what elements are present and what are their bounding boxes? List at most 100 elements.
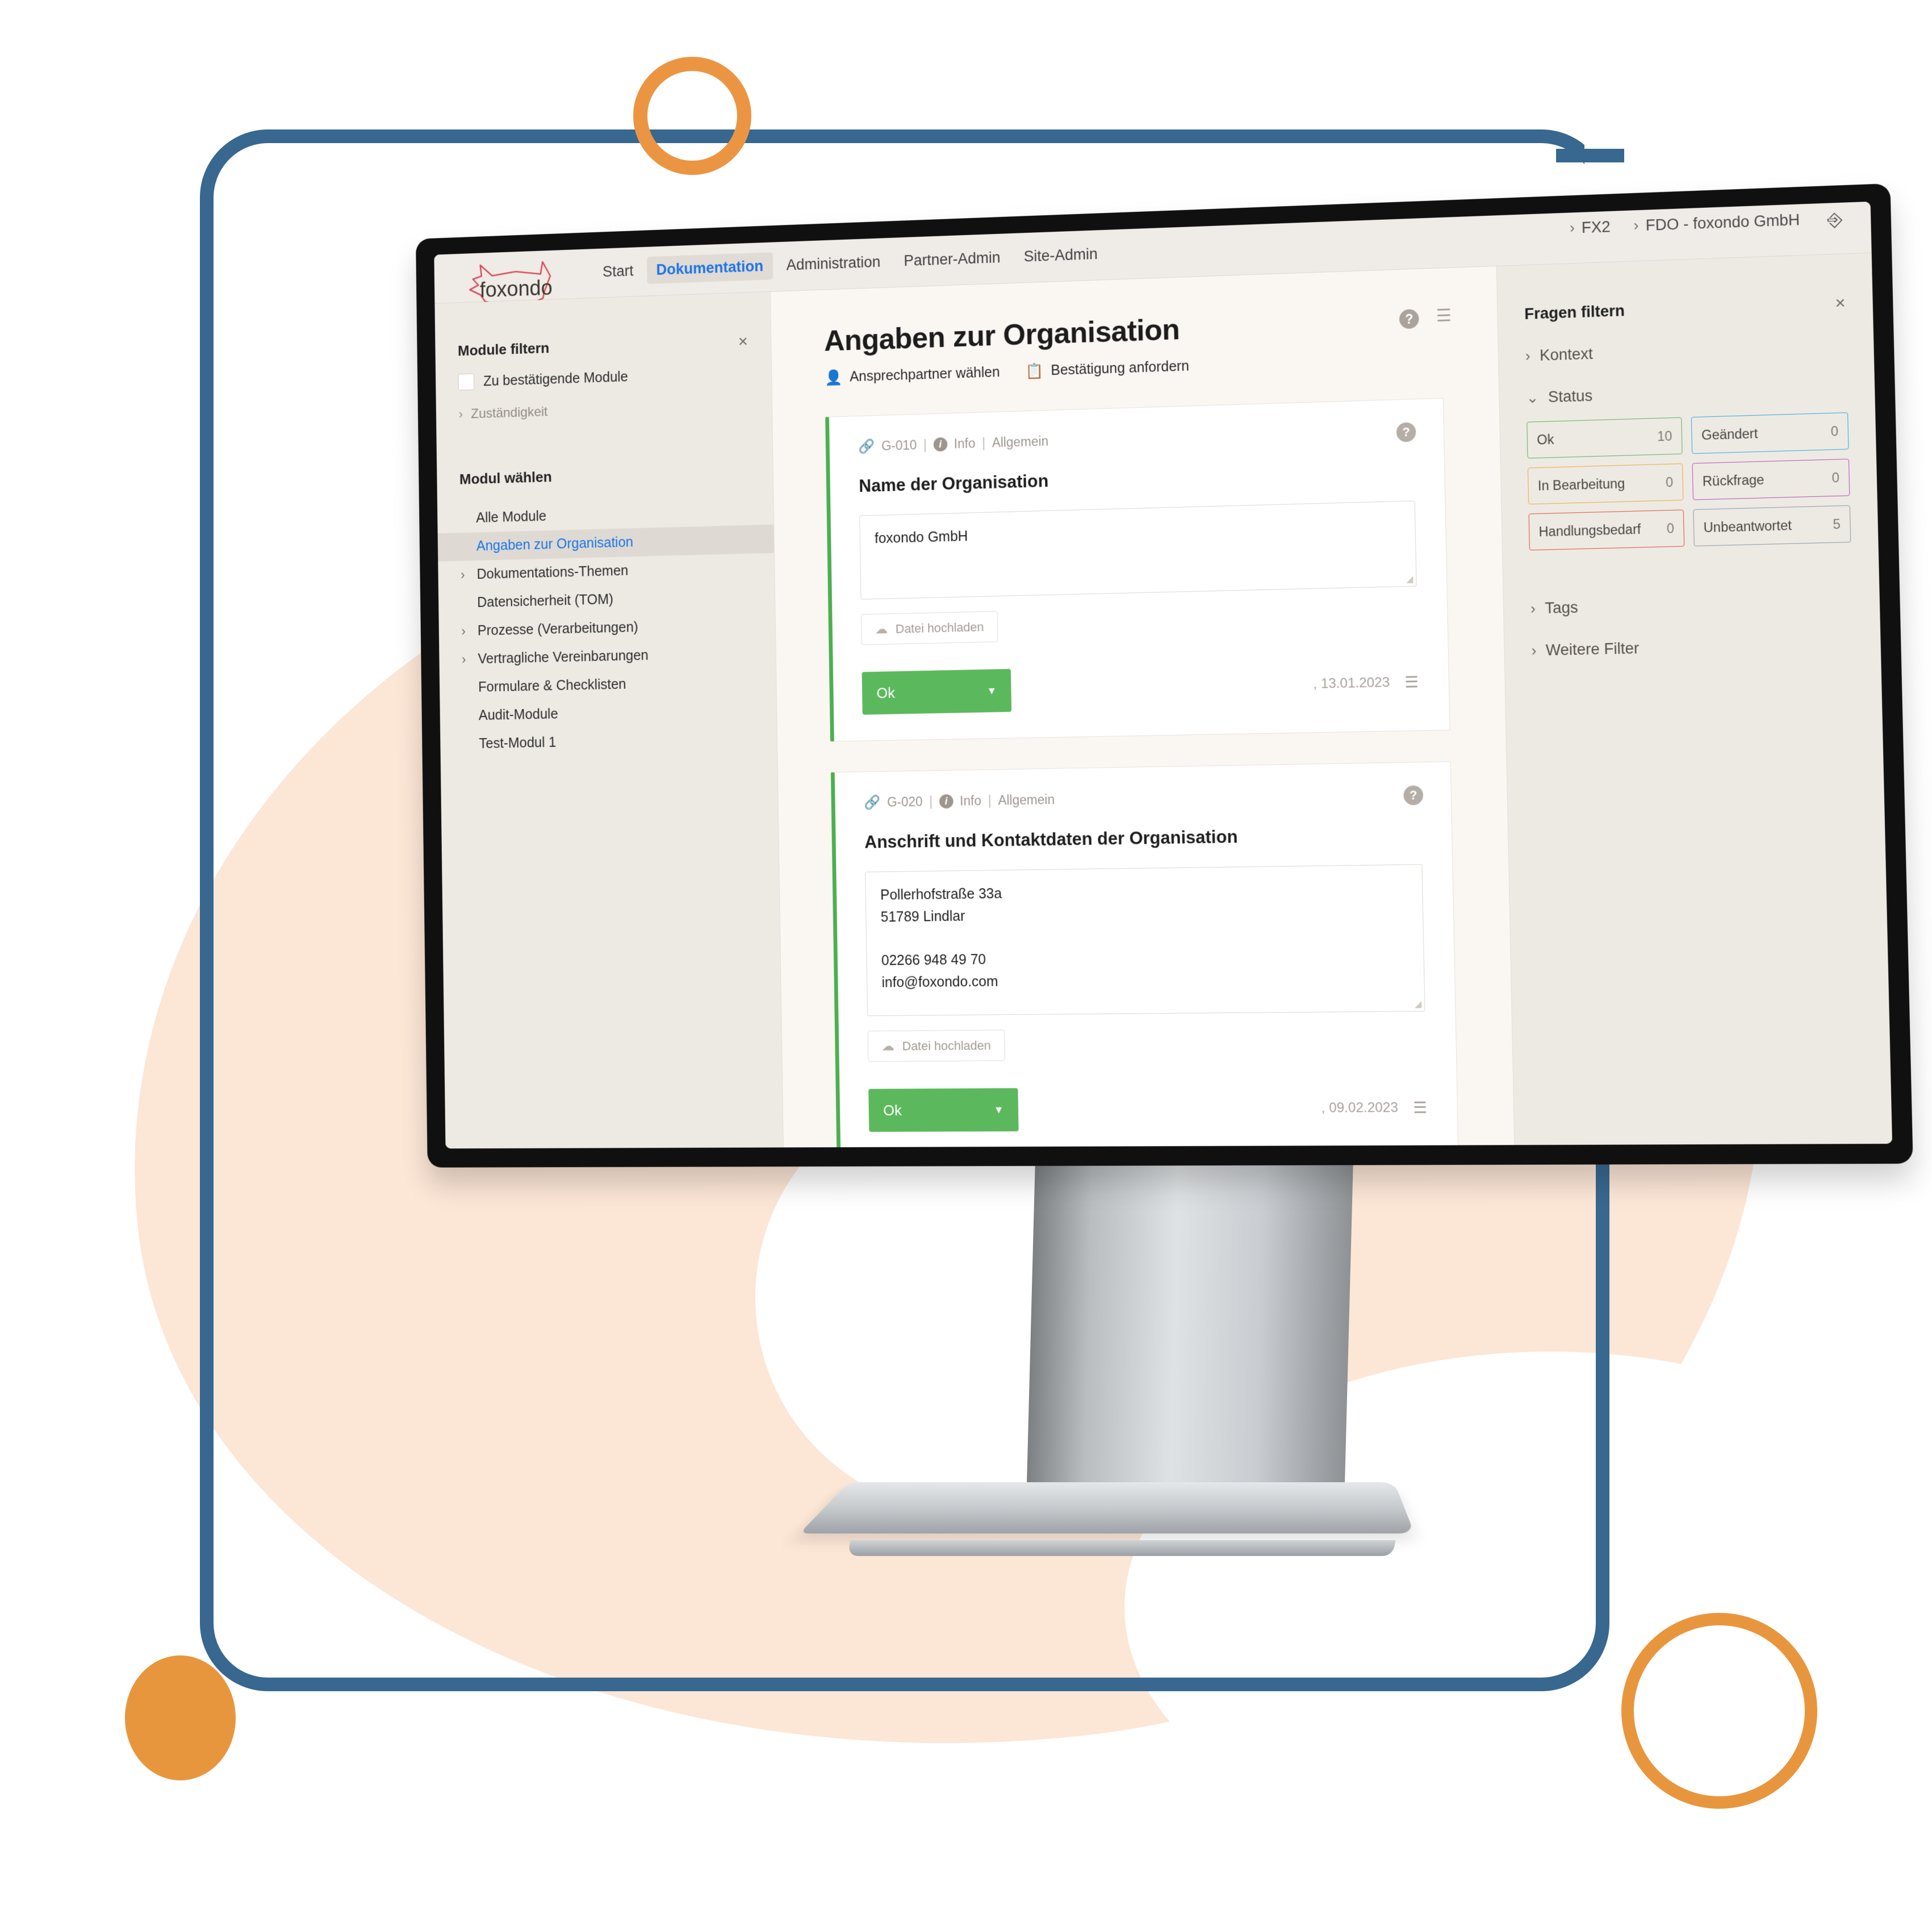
card-question: Name der Organisation [859, 471, 1049, 496]
help-icon[interactable]: ? [1396, 422, 1416, 442]
answer-textarea[interactable]: foxondo GmbH [859, 500, 1417, 600]
card-date: , 09.02.2023 [1321, 1099, 1399, 1116]
nav-item-site-admin[interactable]: Site-Admin [1014, 240, 1107, 271]
app-body: Module filtern × Zu bestätigende Module … [434, 253, 1893, 1149]
module-label: Dokumentations-Themen [476, 563, 629, 583]
svg-text:foxondo: foxondo [479, 275, 552, 302]
left-sidebar: Module filtern × Zu bestätigende Module … [434, 291, 784, 1149]
breadcrumb-item-organisation[interactable]: › FDO - foxondo GmbH [1633, 211, 1800, 235]
monitor-screen: foxondo Start Dokumentation Administrati… [434, 201, 1893, 1149]
link-icon[interactable]: 🔗 [858, 438, 875, 455]
status-chip-label: In Bearbeitung [1537, 475, 1625, 494]
status-chip-handlungsbedarf[interactable]: Handlungsbedarf 0 [1528, 509, 1685, 551]
card-meta: 🔗 G-020 | i Info | Allgemein [864, 785, 1421, 811]
answer-textarea[interactable]: Pollerhofstraße 33a 51789 Lindlar 02266 … [865, 864, 1425, 1017]
card-date: , 13.01.2023 [1313, 675, 1390, 692]
module-label: Datensicherheit (TOM) [477, 591, 614, 610]
request-confirmation-action[interactable]: 📋 Bestätigung anfordern [1026, 358, 1190, 380]
status-chip-ok[interactable]: Ok 10 [1527, 417, 1683, 459]
nav-item-dokumentation[interactable]: Dokumentation [646, 252, 773, 285]
status-chip-count: 0 [1830, 423, 1839, 439]
module-label: Formulare & Checklisten [478, 676, 626, 695]
filter-group-label: Tags [1544, 599, 1579, 617]
module-list: Alle Module Angaben zur Organisation › D… [437, 496, 777, 759]
chevron-down-icon: ⌄ [1526, 388, 1539, 407]
upload-label: Datei hochladen [902, 1038, 991, 1053]
filter-tail-groups: › Tags › Weitere Filter [1503, 542, 1881, 660]
chevron-down-icon: ▼ [993, 1103, 1004, 1115]
sidebar-item-test-modul-1[interactable]: Test-Modul 1 [440, 724, 777, 759]
notes-icon[interactable]: ☰ [1413, 1099, 1427, 1117]
select-contact-person-action[interactable]: 👤 Ansprechpartner wählen [825, 363, 1000, 386]
filter-group-weitere-filter[interactable]: › Weitere Filter [1504, 610, 1881, 660]
nav-item-administration[interactable]: Administration [777, 248, 890, 279]
separator: | [923, 437, 927, 452]
main-content: Angaben zur Organisation ? ☰ 👤 Ansprechp… [770, 266, 1515, 1149]
logout-icon[interactable]: ⎆ [1827, 208, 1843, 231]
notes-icon[interactable]: ☰ [1404, 674, 1419, 692]
chevron-right-icon: › [1530, 600, 1536, 617]
monitor-stand-neck [1026, 1139, 1354, 1525]
checkbox-icon[interactable] [458, 373, 475, 391]
card-code: G-020 [886, 794, 923, 810]
filter-group-label: Kontext [1539, 345, 1594, 364]
status-chip-label: Unbeantwortet [1703, 517, 1792, 535]
card-question: Anschrift und Kontaktdaten der Organisat… [864, 826, 1238, 852]
nav-item-start[interactable]: Start [593, 257, 643, 286]
monitor-stand-foot [799, 1482, 1415, 1534]
info-icon[interactable]: i [933, 437, 948, 452]
page-header-icons: ? ☰ [1399, 306, 1453, 329]
status-dropdown-button[interactable]: Ok ▼ [862, 668, 1012, 715]
card-category: Allgemein [992, 433, 1049, 450]
orange-ring-top-icon [633, 57, 751, 175]
chevron-right-icon[interactable]: › [462, 652, 470, 667]
page-title: Angaben zur Organisation [823, 313, 1180, 358]
card-footer: Ok ▼ , 09.02.2023 ☰ [868, 1086, 1427, 1132]
upload-file-button[interactable]: ☁ Datei hochladen [860, 610, 998, 645]
upload-file-button[interactable]: ☁ Datei hochladen [867, 1030, 1005, 1062]
help-icon[interactable]: ? [1403, 785, 1424, 805]
status-chip-in-bearbeitung[interactable]: In Bearbeitung 0 [1527, 463, 1684, 505]
close-icon[interactable]: × [738, 332, 748, 350]
status-chip-rueckfrage[interactable]: Rückfrage 0 [1692, 458, 1850, 500]
chevron-right-icon[interactable]: › [461, 567, 469, 583]
status-chip-label: Handlungsbedarf [1538, 521, 1641, 540]
module-filter-header: Module filtern × [434, 292, 771, 361]
responsibility-label: Zuständigkeit [471, 404, 548, 422]
separator: | [988, 793, 992, 808]
close-icon[interactable]: × [1835, 294, 1846, 313]
monitor: foxondo Start Dokumentation Administrati… [398, 183, 1913, 1168]
status-chip-grid: Ok 10 Geändert 0 In Bearbeitung 0 Rückfr… [1500, 396, 1879, 551]
status-dropdown-button[interactable]: Ok ▼ [868, 1088, 1019, 1132]
status-chip-count: 0 [1666, 520, 1675, 536]
help-icon[interactable]: ? [1399, 309, 1419, 329]
chevron-right-icon: › [1531, 642, 1537, 659]
card-category: Allgemein [998, 792, 1055, 808]
card-info-label: Info [959, 793, 982, 809]
card-code: G-010 [881, 437, 917, 453]
clipboard-check-icon: 📋 [1025, 362, 1044, 380]
breadcrumb-item-fx2[interactable]: › FX2 [1570, 218, 1611, 237]
filter-panel-title: Fragen filtern [1524, 302, 1625, 323]
link-icon[interactable]: 🔗 [864, 794, 881, 811]
filter-group-label: Weitere Filter [1545, 639, 1640, 659]
separator: | [981, 435, 986, 450]
orange-dot-bottom-left-icon [125, 1655, 236, 1780]
chevron-right-icon[interactable]: › [461, 624, 469, 639]
status-label: Ok [876, 684, 896, 701]
notes-icon[interactable]: ☰ [1436, 306, 1452, 328]
chevron-down-icon: ▼ [986, 684, 997, 696]
info-icon[interactable]: i [939, 794, 954, 809]
illustration-stage: foxondo Start Dokumentation Administrati… [0, 0, 1932, 1932]
card-meta: 🔗 G-010 | i Info | Allgemein [858, 423, 1414, 455]
card-footer-right: , 13.01.2023 ☰ [1313, 674, 1419, 693]
status-chip-count: 10 [1657, 428, 1672, 444]
nav-item-partner-admin[interactable]: Partner-Admin [894, 244, 1010, 275]
main-nav: Start Dokumentation Administration Partn… [593, 240, 1107, 286]
status-chip-geaendert[interactable]: Geändert 0 [1691, 412, 1849, 454]
question-card: 🔗 G-010 | i Info | Allgemein ? Name der … [825, 398, 1450, 742]
chevron-right-icon: › [1633, 218, 1639, 234]
breadcrumb-label: FDO - foxondo GmbH [1645, 211, 1800, 235]
blue-frame-tail [1556, 149, 1624, 162]
status-chip-unbeantwortet[interactable]: Unbeantwortet 5 [1693, 505, 1851, 547]
